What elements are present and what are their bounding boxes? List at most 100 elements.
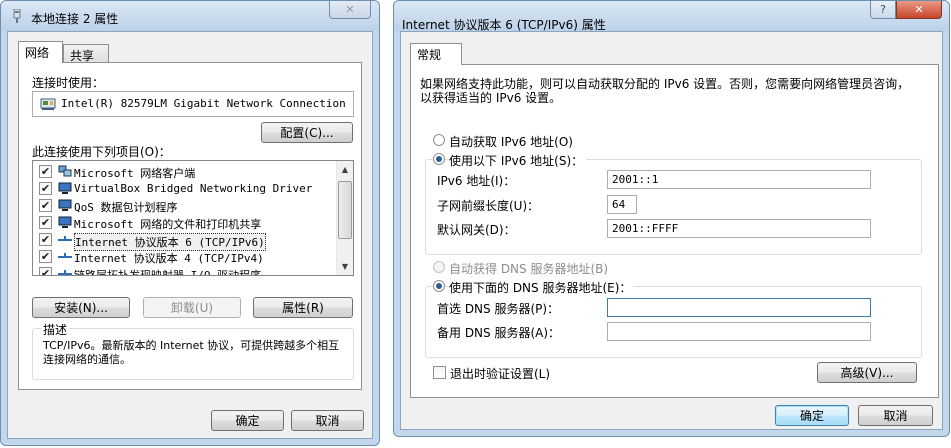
list-item[interactable]: ✔ Microsoft 网络的文件和打印机共享: [33, 214, 330, 231]
network-service-icon: [58, 199, 72, 212]
tab-sharing-label: 共享: [70, 49, 95, 63]
preferred-dns-field[interactable]: [607, 298, 871, 317]
right-ok-button[interactable]: 确定: [775, 405, 849, 426]
uninstall-button[interactable]: 卸载(U): [143, 297, 241, 318]
manual-ipv6-label[interactable]: 使用以下 IPv6 地址(S)：: [449, 152, 587, 169]
tab-network-label: 网络: [25, 46, 50, 60]
items-label: 此连接使用下列项目(O)：: [32, 145, 171, 159]
list-item[interactable]: ✔ 链路层拓扑发现映射器 I/O 驱动程序: [33, 265, 330, 276]
alternate-dns-label: 备用 DNS 服务器(A)：: [437, 326, 561, 340]
right-client-area: 常规 如果网络支持此功能，则可以自动获取分配的 IPv6 设置。否则，您需要向网…: [400, 31, 943, 430]
advanced-button[interactable]: 高级(V)...: [817, 362, 917, 383]
checkbox-checked-icon[interactable]: ✔: [39, 267, 52, 275]
protocol-icon: [58, 250, 72, 263]
validate-on-exit-checkbox[interactable]: [433, 366, 446, 379]
network-service-icon: [58, 182, 72, 195]
right-title-bar[interactable]: Internet 协议版本 6 (TCP/IPv6) 属性 ? ✕: [394, 1, 949, 32]
checkbox-checked-icon[interactable]: ✔: [39, 199, 52, 212]
checkbox-checked-icon[interactable]: ✔: [39, 250, 52, 263]
network-card-icon: [40, 97, 56, 111]
list-item-label: Internet 协议版本 4 (TCP/IPv4): [74, 252, 264, 265]
gateway-label: 默认网关(D)：: [437, 223, 516, 237]
prefix-length-value: 64: [612, 198, 626, 211]
install-button[interactable]: 安装(N)...: [32, 297, 130, 318]
list-item[interactable]: ✔ Internet 协议版本 4 (TCP/IPv4): [33, 248, 330, 265]
auto-dns-label[interactable]: 自动获得 DNS 服务器地址(B): [449, 260, 608, 277]
close-icon: ✕: [345, 3, 355, 16]
network-service-icon: [58, 216, 72, 229]
right-ok-button-label: 确定: [799, 409, 824, 423]
adapter-name-field: Intel(R) 82579LM Gigabit Network Connect…: [32, 91, 354, 117]
manual-dns-label[interactable]: 使用下面的 DNS 服务器地址(E)：: [449, 279, 635, 296]
list-item-label: Microsoft 网络的文件和打印机共享: [74, 218, 262, 231]
scroll-down-arrow-icon[interactable]: ▼: [337, 258, 353, 275]
list-item-label: 链路层拓扑发现映射器 I/O 驱动程序: [74, 269, 262, 276]
network-tab-panel: 连接时使用： Intel(R) 82579LM Gigabit Network …: [18, 62, 362, 390]
left-client-area: 网络 共享 连接时使用： Intel(R) 82579LM Gigabit Ne…: [7, 31, 373, 439]
network-adapter-title-icon: [11, 8, 23, 23]
tab-network[interactable]: 网络: [18, 41, 63, 63]
help-button[interactable]: ?: [870, 1, 896, 19]
right-cancel-button[interactable]: 取消: [858, 405, 933, 426]
description-label: 描述: [41, 321, 70, 338]
properties-button-label: 属性(R): [282, 301, 324, 315]
auto-ipv6-label[interactable]: 自动获取 IPv6 地址(O): [449, 133, 573, 150]
left-ok-button-label: 确定: [235, 414, 260, 428]
tab-general[interactable]: 常规: [410, 43, 462, 65]
protocol-icon: [58, 233, 72, 246]
manual-dns-radio[interactable]: [433, 280, 445, 292]
description-text: TCP/IPv6。最新版本的 Internet 协议，可提供跨越多个相互连接网络…: [43, 339, 340, 366]
components-list[interactable]: ✔ Microsoft 网络客户端 ✔ VirtualBox Bridged N…: [32, 160, 354, 276]
checkbox-checked-icon[interactable]: ✔: [39, 233, 52, 246]
gateway-field[interactable]: 2001::FFFF: [607, 219, 871, 238]
general-tab-panel: 如果网络支持此功能，则可以自动获取分配的 IPv6 设置。否则，您需要向网络管理…: [410, 64, 939, 398]
left-close-button[interactable]: ✕: [329, 1, 371, 19]
ipv6-properties-window: Internet 协议版本 6 (TCP/IPv6) 属性 ? ✕ 常规 如果网…: [393, 0, 950, 437]
uninstall-button-label: 卸载(U): [170, 301, 214, 315]
list-item[interactable]: ✔ QoS 数据包计划程序: [33, 197, 330, 214]
left-title-bar[interactable]: 本地连接 2 属性 ✕: [1, 1, 379, 31]
left-ok-button[interactable]: 确定: [211, 410, 284, 431]
gateway-value: 2001::FFFF: [612, 222, 679, 235]
scroll-up-arrow-icon[interactable]: ▲: [337, 161, 353, 178]
properties-button[interactable]: 属性(R): [253, 297, 353, 318]
description-group: 描述 TCP/IPv6。最新版本的 Internet 协议，可提供跨越多个相互连…: [32, 321, 354, 380]
close-icon: ✕: [914, 3, 924, 16]
prefix-length-label: 子网前缀长度(U)：: [437, 199, 540, 213]
prefix-length-field[interactable]: 64: [607, 195, 637, 214]
list-item-label: VirtualBox Bridged Networking Driver: [74, 182, 313, 195]
alternate-dns-field[interactable]: [607, 322, 871, 341]
help-icon: ?: [880, 3, 886, 16]
network-client-icon: [58, 165, 72, 178]
ipv6-address-field[interactable]: 2001::1: [607, 170, 871, 189]
list-item-selected[interactable]: ✔ Internet 协议版本 6 (TCP/IPv6): [33, 231, 330, 251]
configure-button[interactable]: 配置(C)...: [261, 122, 353, 143]
checkbox-checked-icon[interactable]: ✔: [39, 182, 52, 195]
checkbox-checked-icon[interactable]: ✔: [39, 216, 52, 229]
checkbox-checked-icon[interactable]: ✔: [39, 165, 52, 178]
list-item[interactable]: ✔ VirtualBox Bridged Networking Driver: [33, 180, 330, 197]
preferred-dns-label: 首选 DNS 服务器(P)：: [437, 302, 560, 316]
right-cancel-button-label: 取消: [883, 409, 908, 423]
auto-dns-radio[interactable]: [433, 261, 445, 273]
right-tab-strip: 常规: [410, 43, 510, 65]
intro-text: 如果网络支持此功能，则可以自动获取分配的 IPv6 设置。否则，您需要向网络管理…: [420, 77, 910, 105]
left-tab-strip: 网络 共享: [18, 41, 218, 63]
ipv6-address-label: IPv6 地址(I)：: [437, 174, 516, 188]
scrollbar-thumb[interactable]: [338, 181, 352, 239]
left-cancel-button[interactable]: 取消: [291, 410, 364, 431]
auto-ipv6-radio[interactable]: [433, 134, 445, 146]
manual-ipv6-radio[interactable]: [433, 153, 445, 165]
ipv6-address-value: 2001::1: [612, 173, 659, 186]
right-close-button[interactable]: ✕: [896, 1, 942, 19]
list-item-label: QoS 数据包计划程序: [74, 201, 178, 214]
connect-using-label: 连接时使用：: [32, 76, 105, 90]
left-window-title: 本地连接 2 属性: [31, 12, 119, 26]
adapter-name: Intel(R) 82579LM Gigabit Network Connect…: [61, 97, 346, 110]
tab-general-label: 常规: [417, 48, 442, 62]
list-vertical-scrollbar[interactable]: ▲ ▼: [336, 161, 353, 275]
tab-sharing[interactable]: 共享: [63, 44, 109, 63]
validate-on-exit-label[interactable]: 退出时验证设置(L): [450, 365, 550, 382]
list-item[interactable]: ✔ Microsoft 网络客户端: [33, 163, 330, 180]
protocol-icon: [58, 267, 72, 275]
